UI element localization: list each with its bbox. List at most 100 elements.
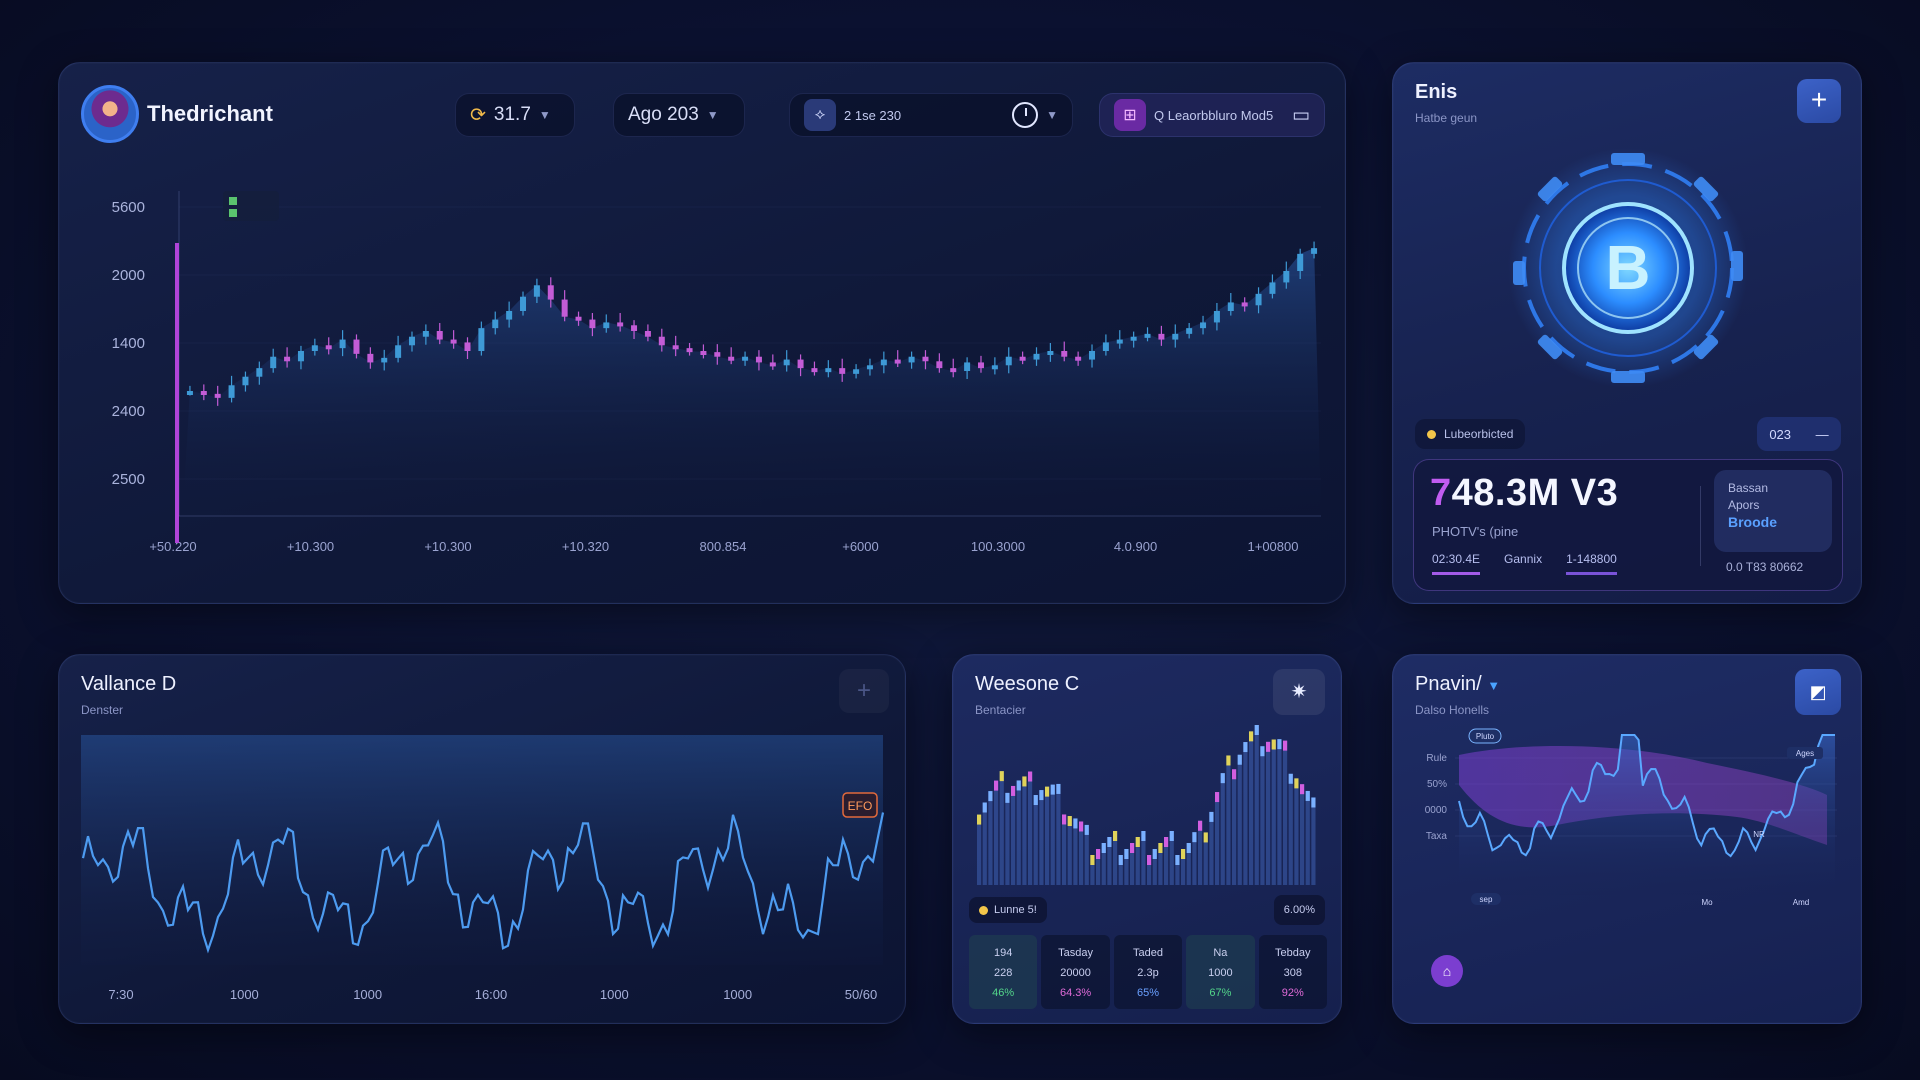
chip-label: sep: [1480, 895, 1493, 904]
bar: [1056, 783, 1061, 885]
chat-icon[interactable]: ▭: [1292, 104, 1310, 127]
candle-body: [520, 296, 527, 311]
tab-2[interactable]: Gannix: [1504, 552, 1542, 575]
bar-cap: [1141, 831, 1146, 841]
candle-body: [742, 356, 749, 361]
bar: [1016, 780, 1021, 885]
minus-icon[interactable]: —: [1816, 427, 1829, 442]
candle-body: [644, 331, 651, 337]
bar-cap: [1294, 778, 1299, 789]
svg-text:B: B: [1606, 234, 1651, 303]
candle-body: [325, 345, 332, 350]
tab-1[interactable]: 02:30.4E: [1432, 552, 1481, 575]
candle-body: [714, 352, 721, 357]
bar-cap: [1147, 855, 1152, 865]
stat-cell[interactable]: Taded 2.3p 65%: [1113, 935, 1183, 1009]
bar-cap: [1226, 755, 1231, 766]
x-tick-label: 800.854: [700, 539, 747, 554]
chart-type-icon[interactable]: ⟡: [804, 99, 836, 131]
bar-cap: [1232, 769, 1237, 780]
candle-body: [436, 331, 443, 340]
variance-svg: EFO 7:30 1000 1000 16:00 1000 1000 50/60: [81, 735, 885, 1002]
y-tick-label: Rule: [1426, 753, 1447, 764]
candle-body: [1311, 248, 1318, 254]
bar-cap: [1107, 837, 1112, 847]
avatar[interactable]: [81, 85, 139, 143]
candle-body: [1061, 351, 1068, 357]
candle-body: [408, 336, 415, 346]
bar-cap: [999, 771, 1004, 782]
footer-value: 0.0 T83 80662: [1726, 560, 1804, 574]
chip-label: NR: [1753, 830, 1765, 839]
quantity-stepper[interactable]: 023 —: [1757, 417, 1841, 451]
candle-body: [1158, 333, 1165, 340]
candle-body: [464, 342, 471, 351]
bar: [1033, 795, 1038, 885]
candle-body: [492, 319, 499, 329]
pnavin-line-chart[interactable]: Rule 50% 0000 Taxa Pluto Ages sep Mo Amd NR: [1407, 725, 1849, 945]
legend-chip[interactable]: Lunne 5!: [969, 897, 1047, 923]
variance-line-chart[interactable]: EFO 7:30 1000 1000 16:00 1000 1000 50/60: [73, 735, 893, 1015]
candle-body: [853, 369, 860, 374]
bar-cap: [1169, 831, 1174, 841]
add-widget-button[interactable]: +: [839, 669, 889, 713]
bar: [1260, 746, 1265, 885]
stat-cell[interactable]: 194 228 46%: [969, 935, 1038, 1009]
candlestick-chart[interactable]: 5600 2000 1400 2400 2500 +50.220 +10.300 +10.3…: [73, 171, 1335, 591]
bar: [1067, 816, 1072, 885]
bar-cap: [1050, 784, 1055, 795]
bar-cap: [1056, 783, 1061, 794]
price-area-fill: [183, 248, 1321, 511]
candle-body: [825, 368, 832, 373]
bar-cap: [1209, 811, 1214, 822]
bar: [1028, 771, 1033, 885]
x-tick-label: +6000: [842, 539, 879, 554]
stat-cell[interactable]: Tasday 20000 64.3%: [1041, 935, 1110, 1009]
candle-body: [284, 356, 291, 362]
y-tick-label: Taxa: [1426, 831, 1448, 842]
side-summary[interactable]: Bassan Apors Broode: [1714, 470, 1832, 552]
x-tick-label: +10.320: [562, 539, 609, 554]
weesone-bar-chart[interactable]: [967, 715, 1329, 885]
candle-body: [561, 299, 568, 317]
legend-dot-icon: [979, 905, 988, 915]
bar-cap: [1266, 741, 1271, 752]
candle-body: [1144, 333, 1151, 338]
bar-cap: [1005, 792, 1010, 803]
settings-icon[interactable]: ✷: [1273, 669, 1325, 715]
candle-body: [1297, 253, 1304, 271]
x-tick-label: +10.300: [424, 539, 471, 554]
range-selector[interactable]: ⟡ 2 1se 230 ▼: [789, 93, 1073, 137]
bar-cap: [1096, 849, 1101, 859]
x-tick-label: 1000: [723, 987, 752, 1002]
expand-icon[interactable]: ◩: [1795, 669, 1841, 715]
asset-dropdown[interactable]: ⟳ 31.7 ▼: [455, 93, 575, 137]
candle-body: [228, 385, 235, 398]
tab-3[interactable]: 1-148800: [1566, 552, 1617, 575]
candle-body: [422, 331, 429, 337]
chip-label: Mo: [1701, 898, 1713, 907]
bar-cap: [1260, 746, 1265, 757]
candle-body: [1241, 302, 1248, 307]
add-button[interactable]: +: [1797, 79, 1841, 123]
bar-cap: [1249, 731, 1254, 742]
x-tick-label: 16:00: [475, 987, 508, 1002]
y-tick-label: 1400: [112, 335, 145, 352]
search-mode-input[interactable]: ⊞ Q Leaorbbluro Mod5 ▭: [1099, 93, 1325, 137]
stat-cell[interactable]: Tebday 308 92%: [1258, 935, 1327, 1009]
value-caption: PHOTV's (pine: [1432, 524, 1519, 539]
candle-body: [450, 339, 457, 344]
candle-body: [1269, 282, 1276, 294]
bar-cap: [1118, 855, 1123, 865]
bar-cap: [1028, 771, 1033, 782]
stat-cell[interactable]: Na 1000 67%: [1186, 935, 1255, 1009]
period-dropdown[interactable]: Ago 203 ▼: [613, 93, 745, 137]
pnavin-title[interactable]: Pnavin/ ▼: [1415, 673, 1500, 696]
clock-icon[interactable]: [1012, 102, 1039, 128]
candle-body: [589, 319, 596, 329]
user-icon[interactable]: ⌂: [1431, 955, 1463, 987]
candle-body: [547, 285, 554, 300]
candle-body: [214, 393, 221, 398]
y-tick-label: 2000: [112, 267, 145, 284]
bar-cap: [1011, 785, 1016, 796]
